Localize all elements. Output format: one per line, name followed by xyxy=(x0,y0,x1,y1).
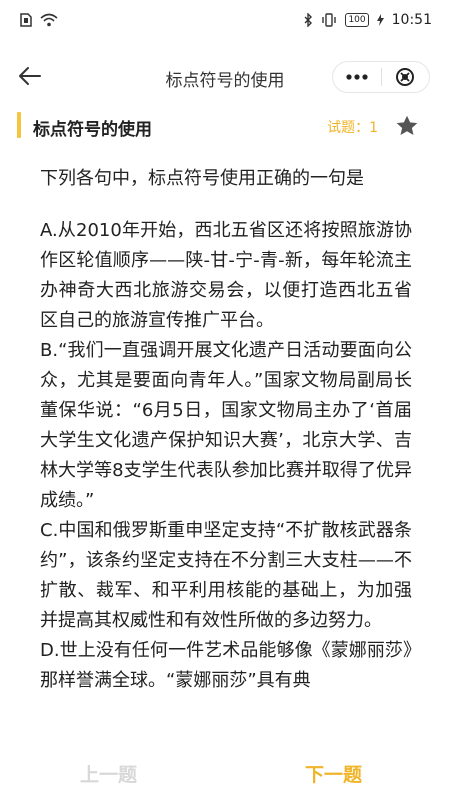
nav-bar: 标点符号的使用 xyxy=(0,48,450,104)
section-title: 标点符号的使用 xyxy=(33,120,152,140)
option-c[interactable]: C.中国和俄罗斯重申坚定支持“不扩散核武器条约”，该条约坚定支持在不分割三大支柱… xyxy=(40,516,412,636)
bluetooth-icon xyxy=(304,13,313,27)
more-dots-icon xyxy=(346,74,368,80)
prev-question-button[interactable]: 上一题 xyxy=(80,760,137,787)
favorite-button[interactable] xyxy=(394,113,420,139)
status-left xyxy=(20,13,58,27)
question-stem: 下列各句中，标点符号使用正确的一句是 xyxy=(40,168,364,189)
battery-indicator: 100 xyxy=(345,13,369,27)
accent-bar xyxy=(17,112,21,138)
question-counter: 试题：1 xyxy=(327,120,378,136)
status-time: 10:51 xyxy=(391,12,432,28)
question-content: 下列各句中，标点符号使用正确的一句是 A.从2010年开始，西北五省区还将按照旅… xyxy=(40,164,412,696)
question-header: 标点符号的使用 试题：1 xyxy=(0,108,450,144)
charging-icon xyxy=(376,14,384,26)
battery-level: 100 xyxy=(348,15,366,25)
close-circle-icon xyxy=(396,68,415,86)
next-question-button[interactable]: 下一题 xyxy=(305,760,362,787)
mini-program-capsule xyxy=(332,61,430,93)
star-icon xyxy=(396,115,418,135)
sim-card-icon xyxy=(20,13,32,27)
option-d[interactable]: D.世上没有任何一件艺术品能够像《蒙娜丽莎》那样誉满全球。“蒙娜丽莎”具有典 xyxy=(40,636,412,696)
bottom-navigation: 上一题 下一题 xyxy=(0,752,450,800)
status-bar: 100 10:51 xyxy=(0,0,450,40)
close-button[interactable] xyxy=(382,62,430,92)
option-b[interactable]: B.“我们一直强调开展文化遗产日活动要面向公众，尤其是要面向青年人。”国家文物局… xyxy=(40,336,412,516)
wifi-icon xyxy=(40,13,58,27)
vibrate-icon xyxy=(322,13,337,27)
option-a[interactable]: A.从2010年开始，西北五省区还将按照旅游协作区轮值顺序——陕-甘-宁-青-新… xyxy=(40,216,412,336)
status-right: 100 10:51 xyxy=(303,12,432,28)
more-button[interactable] xyxy=(333,62,381,92)
